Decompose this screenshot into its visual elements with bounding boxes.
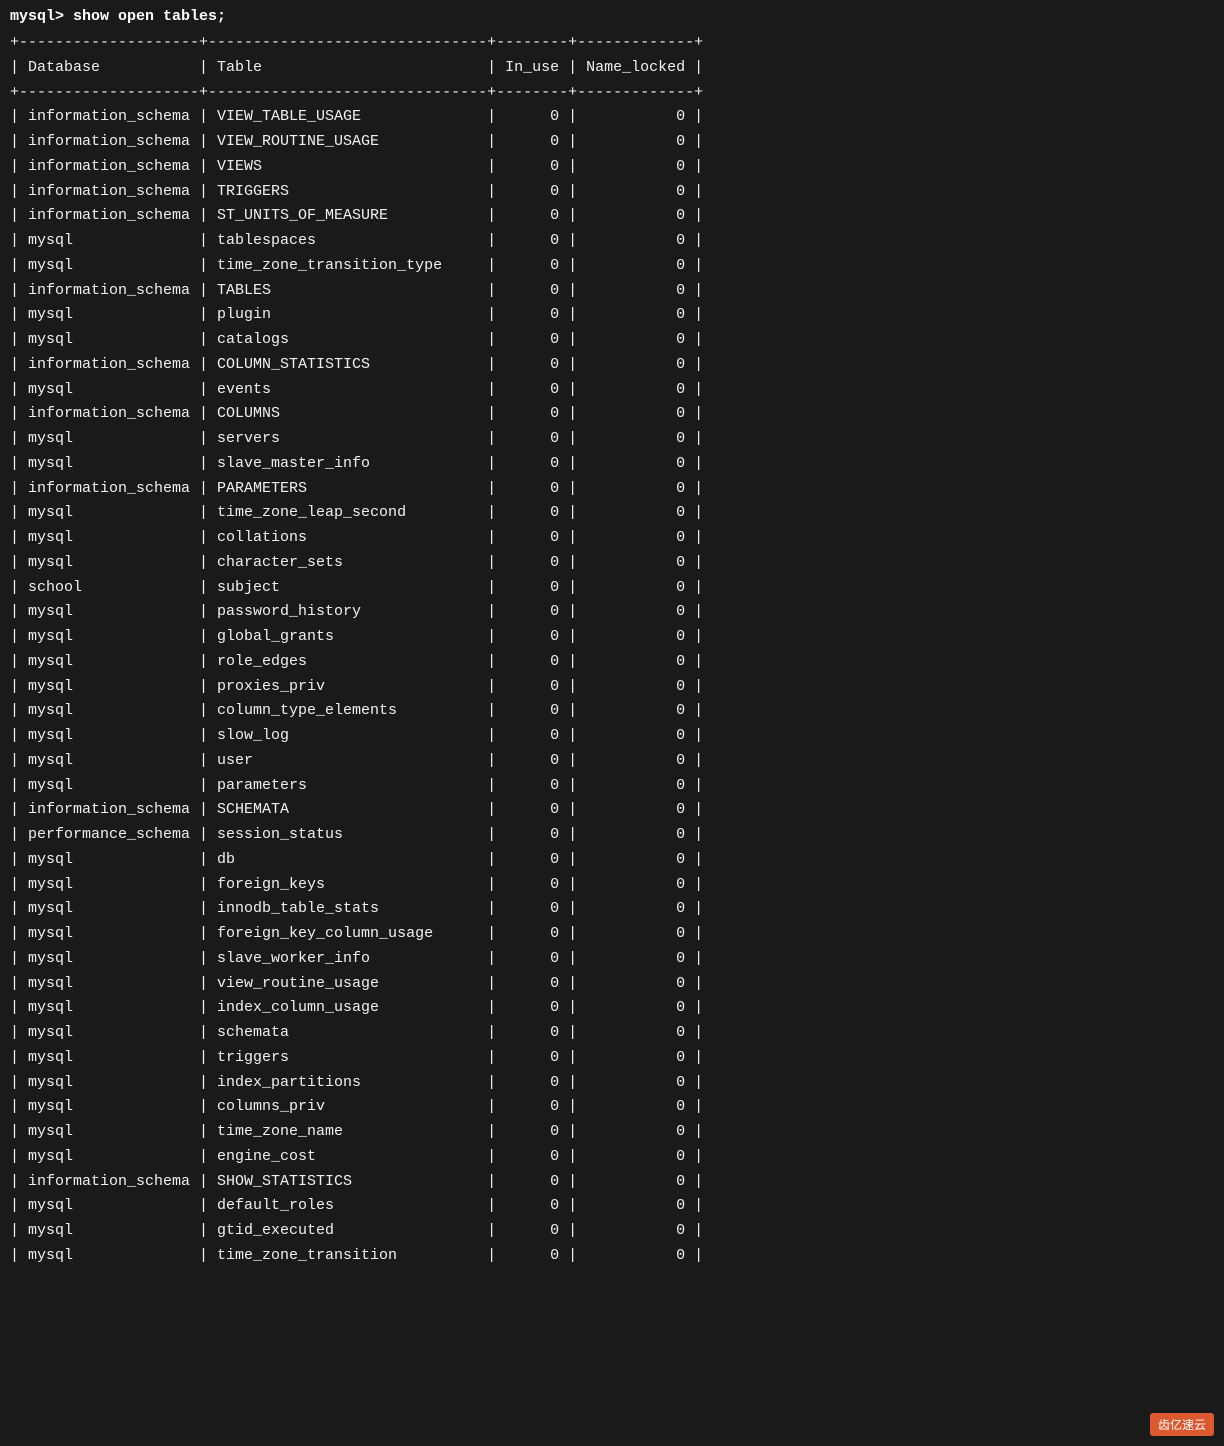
terminal: mysql> show open tables; +--------------…	[0, 0, 1224, 1269]
watermark-badge: 齿亿速云	[1150, 1413, 1214, 1436]
table-output: +--------------------+------------------…	[0, 31, 1224, 1269]
command-line: mysql> show open tables;	[0, 0, 1224, 31]
